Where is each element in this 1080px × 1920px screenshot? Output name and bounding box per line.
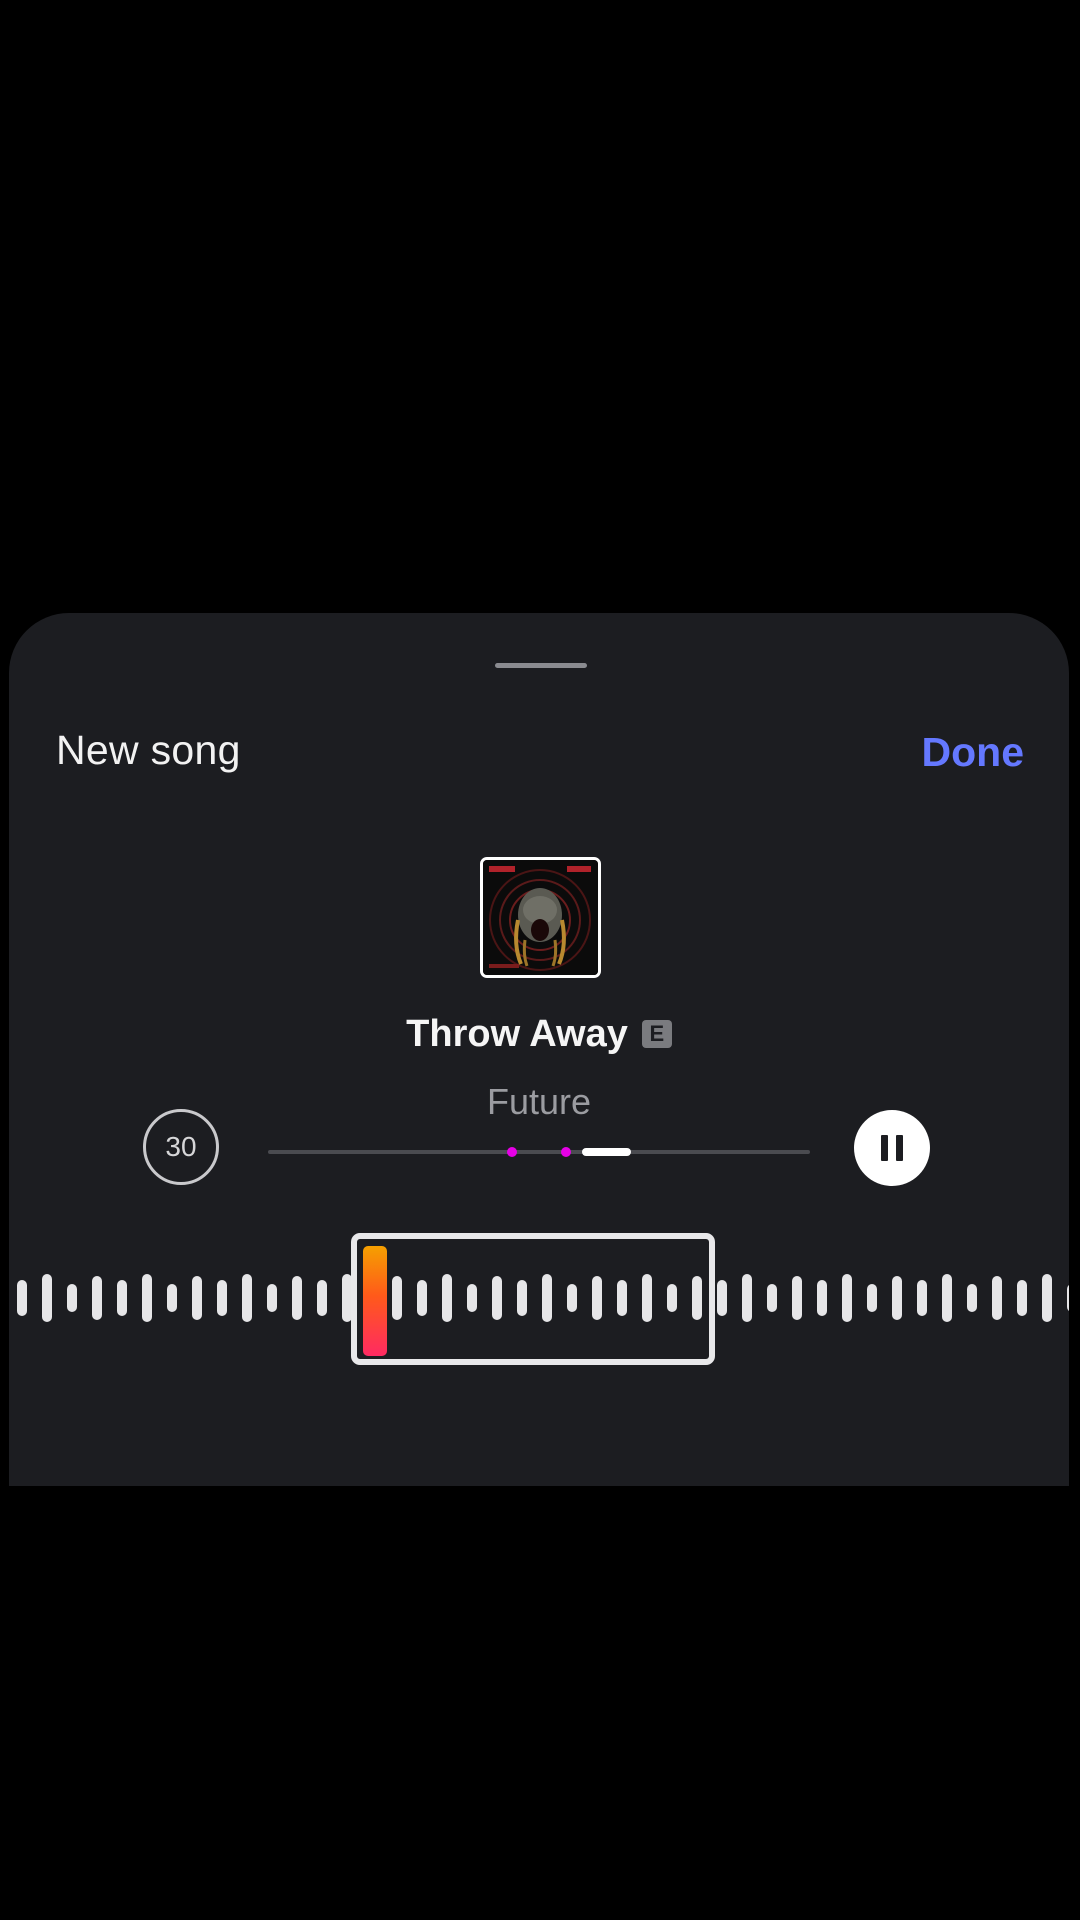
album-cover — [480, 857, 601, 978]
done-button[interactable]: Done — [922, 729, 1025, 776]
waveform-bar — [967, 1284, 977, 1312]
album-art-icon — [483, 860, 598, 975]
waveform-bar — [17, 1280, 27, 1316]
waveform-bar — [67, 1284, 77, 1312]
pause-button[interactable] — [854, 1110, 930, 1186]
waveform-bar — [42, 1274, 52, 1322]
waveform-bar — [292, 1276, 302, 1320]
waveform-bar — [1042, 1274, 1052, 1322]
song-progress-track[interactable] — [268, 1147, 810, 1157]
waveform-bar — [917, 1280, 927, 1316]
waveform-bar — [117, 1280, 127, 1316]
waveform-bar — [942, 1274, 952, 1322]
waveform-bar — [717, 1280, 727, 1316]
waveform-bar — [267, 1284, 277, 1312]
progress-marker — [506, 1147, 517, 1157]
page-title: New song — [56, 727, 241, 773]
waveform-bar — [792, 1276, 802, 1320]
waveform-bar — [842, 1274, 852, 1322]
song-title: Throw Away — [406, 1013, 628, 1055]
waveform-bar — [192, 1276, 202, 1320]
clip-selector-frame[interactable] — [351, 1233, 715, 1365]
selected-segment-indicator — [582, 1148, 632, 1156]
sheet-grab-handle[interactable] — [495, 663, 587, 668]
pause-icon-bar-right — [896, 1135, 903, 1161]
playhead-indicator — [363, 1246, 387, 1356]
waveform-bar — [242, 1274, 252, 1322]
waveform-bar — [992, 1276, 1002, 1320]
clip-duration-button[interactable]: 30 — [143, 1109, 219, 1185]
progress-marker — [561, 1147, 572, 1157]
waveform-bar — [867, 1284, 877, 1312]
waveform-bar — [317, 1280, 327, 1316]
waveform-bar — [142, 1274, 152, 1322]
song-title-row: Throw Away E — [9, 1013, 1069, 1056]
waveform-bar — [92, 1276, 102, 1320]
explicit-badge: E — [641, 1020, 672, 1048]
pause-icon-bar-left — [881, 1135, 888, 1161]
waveform-bar — [1067, 1284, 1069, 1312]
waveform-bar — [767, 1284, 777, 1312]
waveform-bar — [892, 1276, 902, 1320]
waveform-bar — [1017, 1280, 1027, 1316]
waveform-bar — [167, 1284, 177, 1312]
waveform-bar — [817, 1280, 827, 1316]
waveform-bar — [217, 1280, 227, 1316]
waveform-bar — [742, 1274, 752, 1322]
music-picker-sheet: New song Done Throw Away E Future 30 — [9, 613, 1069, 1486]
